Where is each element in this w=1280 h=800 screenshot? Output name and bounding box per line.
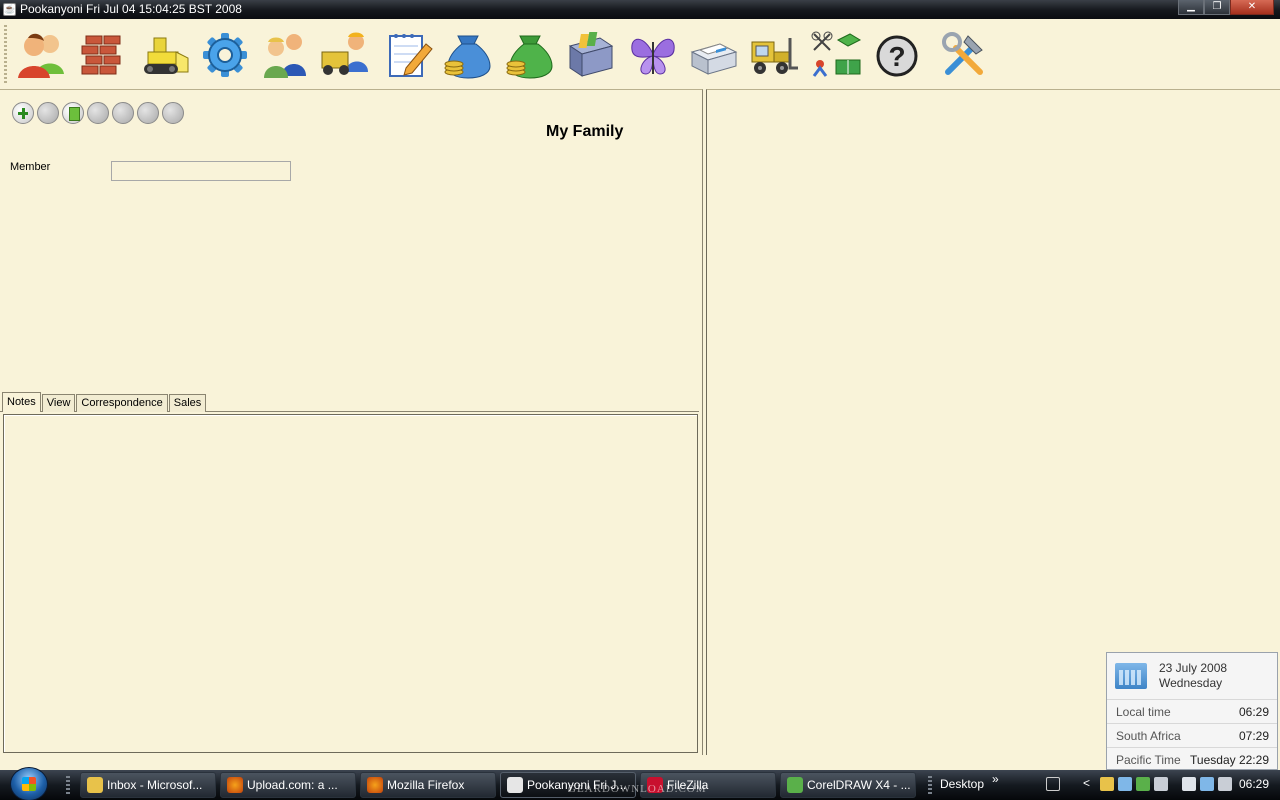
tab-notes[interactable]: Notes [2,392,41,412]
firefox-icon [367,777,383,793]
tray-connection-icon[interactable] [1200,777,1214,791]
money-bag-blue-icon[interactable] [442,28,496,82]
watermark: GEARDOWNLOAD.COM [568,783,707,795]
task-inbox[interactable]: Inbox - Microsof... [80,772,216,798]
calendar-icon [1115,663,1147,689]
pen-icon[interactable] [1046,777,1060,791]
clock-row-time: 07:29 [1238,729,1269,743]
svg-text:?: ? [888,41,905,72]
notes-area[interactable] [3,414,698,753]
forklift-icon[interactable] [746,28,800,82]
desktop-chevron-icon[interactable]: » [992,772,999,786]
tray-mail-icon[interactable] [1100,777,1114,791]
clock-row-label: South Africa [1116,729,1181,743]
gear-icon[interactable] [198,28,252,82]
toolbar-grip[interactable] [4,25,7,83]
clock-row-time: Tuesday 22:29 [1190,753,1269,767]
save-icon[interactable] [87,102,109,124]
delete-icon[interactable] [137,102,159,124]
maximize-button[interactable]: ❐ [1204,0,1230,15]
clock-date: 23 July 2008 [1159,661,1228,675]
help-icon[interactable]: ? [870,28,924,82]
tray-display-icon[interactable] [1154,777,1168,791]
task-label: Mozilla Firefox [387,778,465,792]
window-title: Pookanyoni Fri Jul 04 15:04:25 BST 2008 [20,2,242,16]
truck-worker-icon[interactable] [318,28,372,82]
sports-icon[interactable] [808,28,862,82]
bulldozer-icon[interactable] [138,28,192,82]
minimize-button[interactable]: ▁ [1178,0,1204,15]
add-icon[interactable] [12,102,34,124]
edit-icon[interactable] [112,102,134,124]
java-app-icon: ☕ [3,3,16,16]
taskbar: Inbox - Microsof... Upload.com: a ... Mo… [0,767,1280,800]
people-icon[interactable] [258,28,312,82]
java-app-icon [507,777,523,793]
search-icon[interactable] [162,102,184,124]
clock-day: Wednesday [1159,676,1223,690]
copy-icon[interactable] [62,102,84,124]
butterfly-icon[interactable] [626,28,680,82]
tools-icon[interactable] [938,28,992,82]
notepad-icon[interactable] [382,28,436,82]
remove-icon[interactable] [37,102,59,124]
close-button[interactable]: ✕ [1230,0,1274,15]
coreldraw-icon [787,777,803,793]
task-upload[interactable]: Upload.com: a ... [220,772,356,798]
tray-network-icon[interactable] [1118,777,1132,791]
clock-row-local: Local time 06:29 [1107,699,1277,723]
task-firefox[interactable]: Mozilla Firefox [360,772,496,798]
toolbar-grip[interactable] [928,776,932,794]
outlook-icon [87,777,103,793]
desktop-toolbar[interactable]: Desktop [940,777,984,791]
printer-icon[interactable] [686,28,740,82]
member-label: Member [10,161,51,173]
tab-bar: Notes View Correspondence Sales [2,392,207,412]
volume-icon[interactable] [1218,777,1232,791]
tray-device-icon[interactable] [1182,777,1196,791]
member-field[interactable] [111,161,291,181]
main-toolbar: ? [0,19,1280,89]
filing-cabinet-icon[interactable] [564,28,618,82]
start-button[interactable] [10,767,48,800]
task-label: Inbox - Microsof... [107,778,203,792]
page-title: My Family [546,123,624,140]
members-icon[interactable] [14,28,68,82]
tab-sales[interactable]: Sales [168,394,207,412]
task-label: Upload.com: a ... [247,778,338,792]
clock-row-label: Local time [1116,705,1171,719]
task-label: CorelDRAW X4 - ... [807,778,911,792]
firefox-icon [227,777,243,793]
clock-row-pacific: Pacific Time Tuesday 22:29 [1107,747,1277,771]
clock-row-label: Pacific Time [1116,753,1181,767]
clock-row-south-africa: South Africa 07:29 [1107,723,1277,747]
show-hidden-icons-chevron[interactable]: < [1083,776,1090,790]
clock-row-time: 06:29 [1238,705,1269,719]
brick-wall-icon[interactable] [76,28,130,82]
task-coreldraw[interactable]: CorelDRAW X4 - ... [780,772,916,798]
money-bag-green-icon[interactable] [502,28,556,82]
tab-correspondence[interactable]: Correspondence [76,394,168,412]
tray-clock[interactable]: 06:29 [1239,777,1269,791]
taskbar-grip[interactable] [66,776,70,794]
title-bar[interactable]: ☕ Pookanyoni Fri Jul 04 15:04:25 BST 200… [0,0,1280,19]
left-panel: My Family Member Notes View Corresponden… [0,89,703,755]
clock-popup: 23 July 2008 Wednesday Local time 06:29 … [1106,652,1278,770]
tab-view[interactable]: View [41,394,76,412]
tray-messenger-icon[interactable] [1136,777,1150,791]
